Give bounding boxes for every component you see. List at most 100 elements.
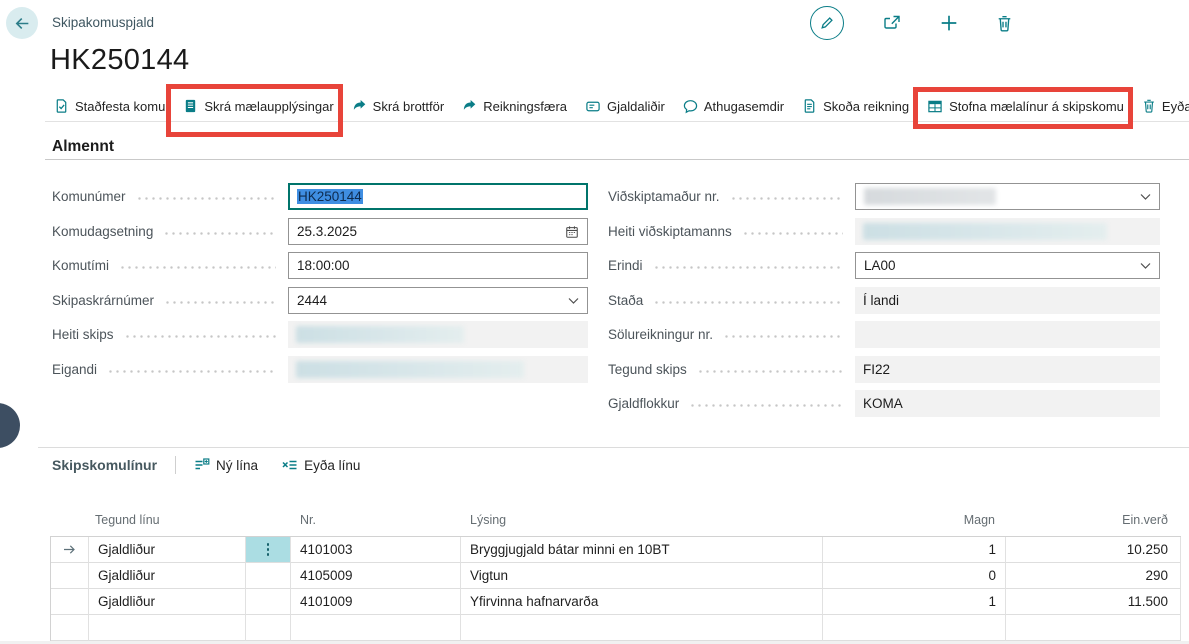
lines-part-title[interactable]: Skipskomulínur xyxy=(52,457,157,473)
share-icon[interactable] xyxy=(882,14,902,32)
part-divider xyxy=(38,447,1189,448)
row-selector-cell[interactable] xyxy=(51,615,89,641)
trash-icon xyxy=(1142,98,1156,114)
solureikningur-value xyxy=(855,321,1160,348)
field-stada: Staða Í landi xyxy=(608,287,1160,314)
dotted-leader xyxy=(730,197,843,200)
cell-nr[interactable]: 4101009 xyxy=(291,589,461,615)
delete-icon[interactable] xyxy=(996,14,1013,33)
cell-lysing[interactable]: Yfirvinna hafnarvarða xyxy=(461,589,823,615)
action-skoda-reikning[interactable]: Skoða reikning xyxy=(800,98,911,114)
cell-einverd[interactable]: 11.500 xyxy=(1006,589,1181,615)
vertical-separator xyxy=(175,456,176,474)
field-komutimi: Komutími 18:00:00 xyxy=(52,252,588,279)
skipaskrarnumer-input[interactable]: 2444 xyxy=(288,287,588,314)
breadcrumb[interactable]: Skipakomuspjald xyxy=(52,15,154,30)
side-panel-handle[interactable] xyxy=(0,403,20,448)
back-button[interactable] xyxy=(6,7,38,39)
post-arrow-icon xyxy=(352,99,367,114)
col-header-tegund-linu[interactable]: Tegund línu xyxy=(95,513,160,527)
komunumer-input[interactable]: HK250144 xyxy=(288,183,588,210)
card-list-icon xyxy=(585,99,601,114)
cell-tegund[interactable]: Gjaldliður xyxy=(89,563,246,589)
section-title-almennt[interactable]: Almennt xyxy=(52,138,114,156)
ledger-icon xyxy=(183,98,198,114)
chevron-down-icon[interactable] xyxy=(568,297,579,305)
field-tegund-skips: Tegund skips FI22 xyxy=(608,356,1160,383)
action-reikningsfaera[interactable]: Reikningsfæra xyxy=(460,99,569,114)
action-eyda-obokudum[interactable]: Eyða óbóku xyxy=(1140,98,1189,114)
redacted-text xyxy=(296,361,524,378)
cell-einverd[interactable] xyxy=(1006,615,1181,641)
dotted-leader xyxy=(697,370,843,373)
col-header-nr[interactable]: Nr. xyxy=(300,513,316,527)
row-selector-cell[interactable] xyxy=(51,589,89,615)
dotted-leader xyxy=(742,232,843,235)
field-gjaldflokkur: Gjaldflokkur KOMA xyxy=(608,390,1160,417)
dotted-leader xyxy=(653,301,843,304)
dotted-leader xyxy=(723,335,843,338)
action-skra-brottfor[interactable]: Skrá brottför xyxy=(350,99,447,114)
dotted-leader xyxy=(653,266,843,269)
calendar-icon[interactable] xyxy=(565,225,579,239)
page-title: HK250144 xyxy=(50,44,189,77)
cell-einverd[interactable]: 290 xyxy=(1006,563,1181,589)
col-header-magn[interactable]: Magn xyxy=(822,513,995,527)
new-line-button[interactable]: Ný lína xyxy=(194,458,258,473)
cell-magn[interactable]: 1 xyxy=(823,589,1006,615)
dotted-leader xyxy=(164,301,276,304)
row-options-cell[interactable] xyxy=(246,563,291,589)
toolbar-divider xyxy=(45,121,1189,122)
row-options-cell[interactable] xyxy=(246,589,291,615)
col-header-lysing[interactable]: Lýsing xyxy=(470,513,506,527)
action-stadfesta-komu[interactable]: Staðfesta komu xyxy=(52,98,167,114)
redacted-text xyxy=(864,188,996,205)
dotted-leader xyxy=(119,266,276,269)
cell-lysing[interactable] xyxy=(461,615,823,641)
chevron-down-icon[interactable] xyxy=(1140,262,1151,270)
redacted-text xyxy=(296,326,464,343)
cell-lysing[interactable]: Bryggjugjald bátar minni en 10BT xyxy=(461,537,823,563)
action-stofna-maelalinur[interactable]: Stofna mælalínur á skipskomu xyxy=(925,99,1126,114)
field-solureikningur-nr: Sölureikningur nr. xyxy=(608,321,1160,348)
cell-tegund[interactable]: Gjaldliður xyxy=(89,537,246,563)
row-selector-cell[interactable] xyxy=(51,563,89,589)
col-header-einverd[interactable]: Ein.verð xyxy=(1005,513,1168,527)
field-komunumer: Komunúmer HK250144 xyxy=(52,183,588,210)
cell-lysing[interactable]: Vigtun xyxy=(461,563,823,589)
cell-magn[interactable] xyxy=(823,615,1006,641)
edit-button[interactable] xyxy=(810,6,844,40)
stada-value: Í landi xyxy=(855,287,1160,314)
back-arrow-icon xyxy=(14,15,31,32)
action-gjaldalidir[interactable]: Gjaldaliðir xyxy=(583,99,667,114)
cell-nr[interactable]: 4105009 xyxy=(291,563,461,589)
erindi-input[interactable]: LA00 xyxy=(855,252,1160,279)
post-arrow-icon xyxy=(462,99,477,114)
almennt-divider xyxy=(45,159,1189,160)
document-check-icon xyxy=(54,98,69,114)
cell-tegund[interactable]: Gjaldliður xyxy=(89,589,246,615)
cell-nr[interactable]: 4101003 xyxy=(291,537,461,563)
row-options-cell[interactable] xyxy=(246,615,291,641)
edit-pencil-icon xyxy=(819,15,835,31)
chevron-down-icon[interactable] xyxy=(1140,193,1151,201)
cell-einverd[interactable]: 10.250 xyxy=(1006,537,1181,563)
action-athugasemdir[interactable]: Athugasemdir xyxy=(681,99,786,114)
cell-magn[interactable]: 0 xyxy=(823,563,1006,589)
cell-tegund[interactable] xyxy=(89,615,246,641)
table-create-icon xyxy=(927,99,943,114)
field-heiti-skips: Heiti skips xyxy=(52,321,588,348)
add-icon[interactable] xyxy=(940,14,958,32)
dotted-leader xyxy=(107,370,276,373)
vidskiptamadur-input[interactable] xyxy=(855,183,1160,210)
cell-nr[interactable] xyxy=(291,615,461,641)
komudagsetning-input[interactable]: 25.3.2025 xyxy=(288,218,588,245)
delete-line-button[interactable]: Eyða línu xyxy=(282,458,360,473)
heiti-vidskiptamanns-value xyxy=(855,218,1160,245)
row-options-cell[interactable] xyxy=(246,537,291,563)
cell-magn[interactable]: 1 xyxy=(823,537,1006,563)
action-skra-maelaupplysingar[interactable]: Skrá mælaupplýsingar xyxy=(181,98,335,114)
selected-text: HK250144 xyxy=(297,189,363,204)
komutimi-input[interactable]: 18:00:00 xyxy=(288,252,588,279)
row-selector-cell[interactable] xyxy=(51,537,89,563)
